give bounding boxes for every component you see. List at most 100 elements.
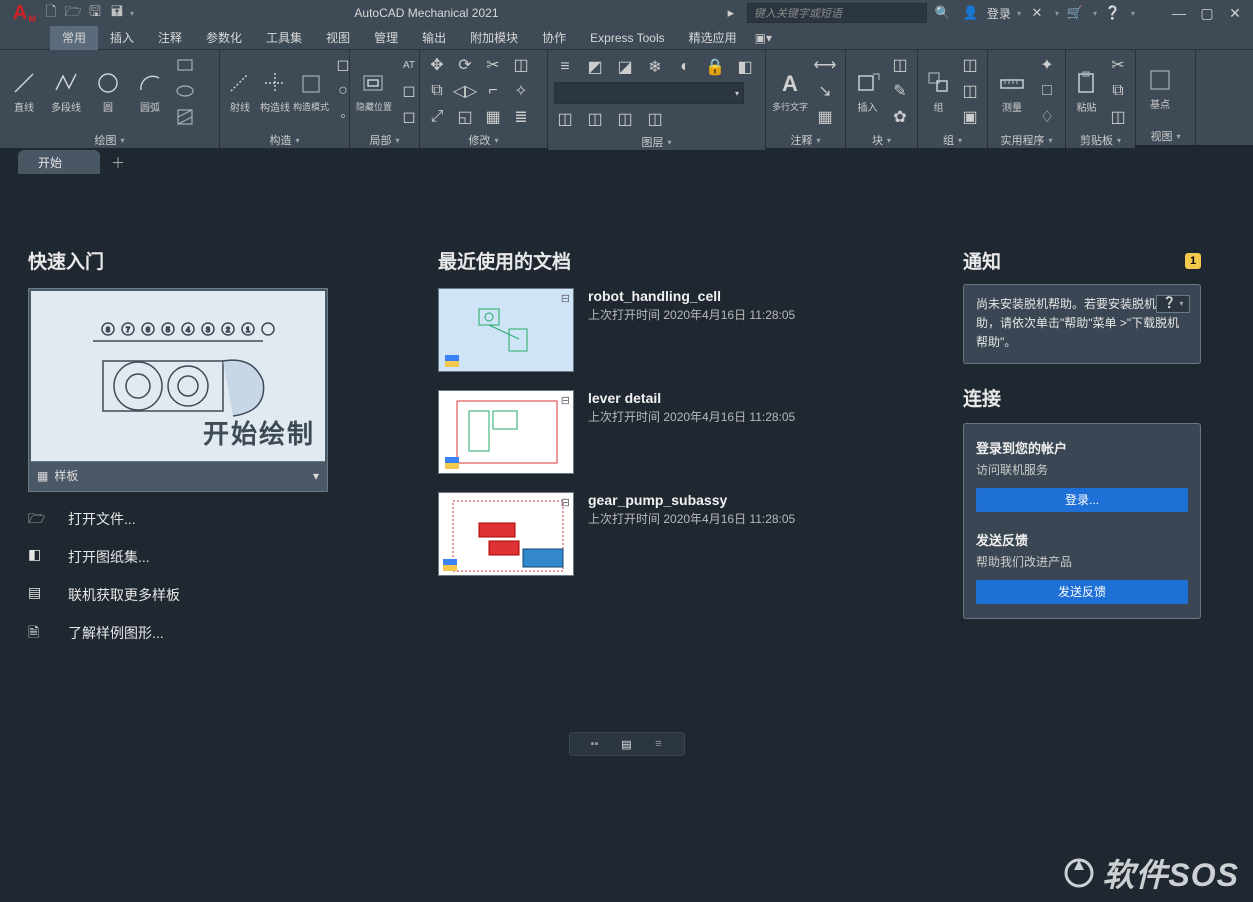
ribbon-tab-parametric[interactable]: 参数化	[194, 26, 254, 50]
block-edit-icon[interactable]: ✎	[889, 80, 911, 102]
pin-icon[interactable]: ⊟	[561, 496, 570, 509]
scale-icon[interactable]: ◱	[454, 106, 476, 128]
view-toggle[interactable]: ▪▪ ▤ ≡	[569, 732, 685, 756]
ribbon-tab-home[interactable]: 常用	[50, 26, 98, 50]
table-icon[interactable]: ▦	[814, 106, 836, 128]
recent-item[interactable]: ⊟ robot_handling_cell 上次打开时间 2020年4月16日 …	[438, 288, 918, 372]
layer-tool-a-icon[interactable]: ◫	[554, 108, 576, 130]
ribbon-tab-featured[interactable]: 精选应用	[677, 26, 749, 50]
open-sheetset-link[interactable]: ◧打开图纸集...	[28, 546, 328, 568]
open-file-link[interactable]: 🗁打开文件...	[28, 508, 328, 530]
tool-group[interactable]: 组	[924, 69, 953, 114]
cut-icon[interactable]: ✂	[1107, 54, 1129, 76]
login-label[interactable]: 登录	[987, 5, 1011, 22]
help-pill-icon[interactable]: ❔▾	[1156, 295, 1190, 313]
view-list-icon[interactable]: ▤	[620, 737, 634, 751]
vis-icon-c[interactable]: ◻	[398, 106, 420, 128]
search-icon[interactable]: 🔍	[931, 2, 955, 24]
tool-rectangle-icon[interactable]	[174, 54, 196, 76]
erase-icon[interactable]: ◫	[510, 54, 532, 76]
block-attr-icon[interactable]: ✿	[889, 106, 911, 128]
pin-icon[interactable]: ⊟	[561, 394, 570, 407]
doc-tab-add-icon[interactable]: ＋	[104, 152, 132, 174]
ribbon-tab-annotate[interactable]: 注释	[146, 26, 194, 50]
tool-hide[interactable]: 隐藏位置	[356, 70, 392, 113]
move-icon[interactable]: ✥	[426, 54, 448, 76]
layer-freeze-icon[interactable]: ❄	[644, 56, 666, 78]
ribbon-tab-collab[interactable]: 协作	[530, 26, 578, 50]
ribbon-tab-insert[interactable]: 插入	[98, 26, 146, 50]
notification-item[interactable]: ❔▾ 尚未安装脱机帮助。若要安装脱机帮助，请依次单击"帮助"菜单 >"下载脱机帮…	[963, 284, 1201, 364]
tool-mtext[interactable]: A多行文字	[772, 70, 808, 113]
exchange-icon[interactable]: ✕	[1025, 2, 1049, 24]
save-icon[interactable]: 🖫	[84, 2, 106, 24]
tool-ray[interactable]: 射线	[226, 69, 254, 114]
util-icon-b[interactable]: □	[1036, 80, 1058, 102]
array-icon[interactable]: ▦	[482, 106, 504, 128]
doc-tab-start[interactable]: 开始	[18, 150, 100, 174]
ribbon-tab-addins[interactable]: 附加模块	[458, 26, 530, 50]
pin-icon[interactable]: ⊟	[561, 292, 570, 305]
tool-arc[interactable]: 圆弧	[132, 69, 168, 114]
block-create-icon[interactable]: ◫	[889, 54, 911, 76]
trim-icon[interactable]: ✂	[482, 54, 504, 76]
ungroup-icon[interactable]: ◫	[959, 54, 981, 76]
layer-lock-icon[interactable]: 🔒	[704, 56, 726, 78]
search-input[interactable]: 键入关键字或短语	[747, 3, 927, 23]
ribbon-expand-icon[interactable]: ▣▾	[755, 31, 772, 45]
vis-icon-a[interactable]: AT	[398, 54, 420, 76]
app-logo[interactable]: AM	[0, 0, 40, 26]
rotate-icon[interactable]: ⟳	[454, 54, 476, 76]
tool-hatch-icon[interactable]	[174, 106, 196, 128]
ribbon-tab-output[interactable]: 输出	[410, 26, 458, 50]
layer-states-icon[interactable]: ◩	[584, 56, 606, 78]
layer-tool-b-icon[interactable]: ◫	[584, 108, 606, 130]
open-icon[interactable]: 🗁	[62, 2, 84, 24]
dim-icon[interactable]: ⟷	[814, 54, 836, 76]
tool-cmode[interactable]: 构造模式	[296, 70, 326, 113]
maximize-icon[interactable]: ▢	[1195, 2, 1219, 24]
search-nav-left-icon[interactable]: ▸	[719, 2, 743, 24]
signin-button[interactable]: 登录...	[976, 488, 1188, 512]
layer-match-icon[interactable]: ◧	[734, 56, 756, 78]
vis-icon-b[interactable]: ◻	[398, 80, 420, 102]
help-icon[interactable]: ❔	[1101, 2, 1125, 24]
layer-prop-icon[interactable]: ≡	[554, 56, 576, 78]
template-selector[interactable]: ▦样板 ▾	[31, 461, 325, 489]
feedback-button[interactable]: 发送反馈	[976, 580, 1188, 604]
copy-clip-icon[interactable]: ⧉	[1107, 80, 1129, 102]
util-icon-c[interactable]: ♢	[1036, 106, 1058, 128]
tool-base[interactable]: 基点	[1142, 66, 1178, 111]
recent-item[interactable]: ⊟ lever detail 上次打开时间 2020年4月16日 11:28:0…	[438, 390, 918, 474]
copy-icon[interactable]: ⧉	[426, 80, 448, 102]
ribbon-tab-express[interactable]: Express Tools	[578, 26, 676, 50]
ribbon-tab-toolset[interactable]: 工具集	[254, 26, 314, 50]
close-icon[interactable]: ✕	[1223, 2, 1247, 24]
layer-combo[interactable]: ▾	[554, 82, 744, 104]
tool-measure[interactable]: 测量	[994, 69, 1030, 114]
fillet-icon[interactable]: ⌐	[482, 80, 504, 102]
tool-circle[interactable]: 圆	[90, 69, 126, 114]
stretch-icon[interactable]: ⤢	[426, 106, 448, 128]
tool-polyline[interactable]: 多段线	[48, 69, 84, 114]
user-icon[interactable]: 👤	[959, 2, 983, 24]
group-sel-icon[interactable]: ▣	[959, 106, 981, 128]
match-icon[interactable]: ◫	[1107, 106, 1129, 128]
tool-paste[interactable]: 粘贴	[1072, 69, 1101, 114]
more-templates-link[interactable]: ▤联机获取更多样板	[28, 584, 328, 606]
layer-tool-d-icon[interactable]: ◫	[644, 108, 666, 130]
tool-line[interactable]: 直线	[6, 69, 42, 114]
start-drawing-card[interactable]: 87654321 开始绘制 ▦样板 ▾	[28, 288, 328, 492]
explode-icon[interactable]: ✧	[510, 80, 532, 102]
mirror-icon[interactable]: ◁▷	[454, 80, 476, 102]
leader-icon[interactable]: ↘	[814, 80, 836, 102]
tool-xline[interactable]: 构造线	[260, 69, 290, 114]
new-icon[interactable]: 🗋	[40, 2, 62, 24]
minimize-icon[interactable]: —	[1167, 2, 1191, 24]
layer-off-icon[interactable]: ◐	[674, 56, 696, 78]
layer-tool-c-icon[interactable]: ◫	[614, 108, 636, 130]
ribbon-tab-view[interactable]: 视图	[314, 26, 362, 50]
cart-icon[interactable]: 🛒	[1063, 2, 1087, 24]
tool-ellipse-icon[interactable]	[174, 80, 196, 102]
view-small-icon[interactable]: ▪▪	[588, 737, 602, 751]
